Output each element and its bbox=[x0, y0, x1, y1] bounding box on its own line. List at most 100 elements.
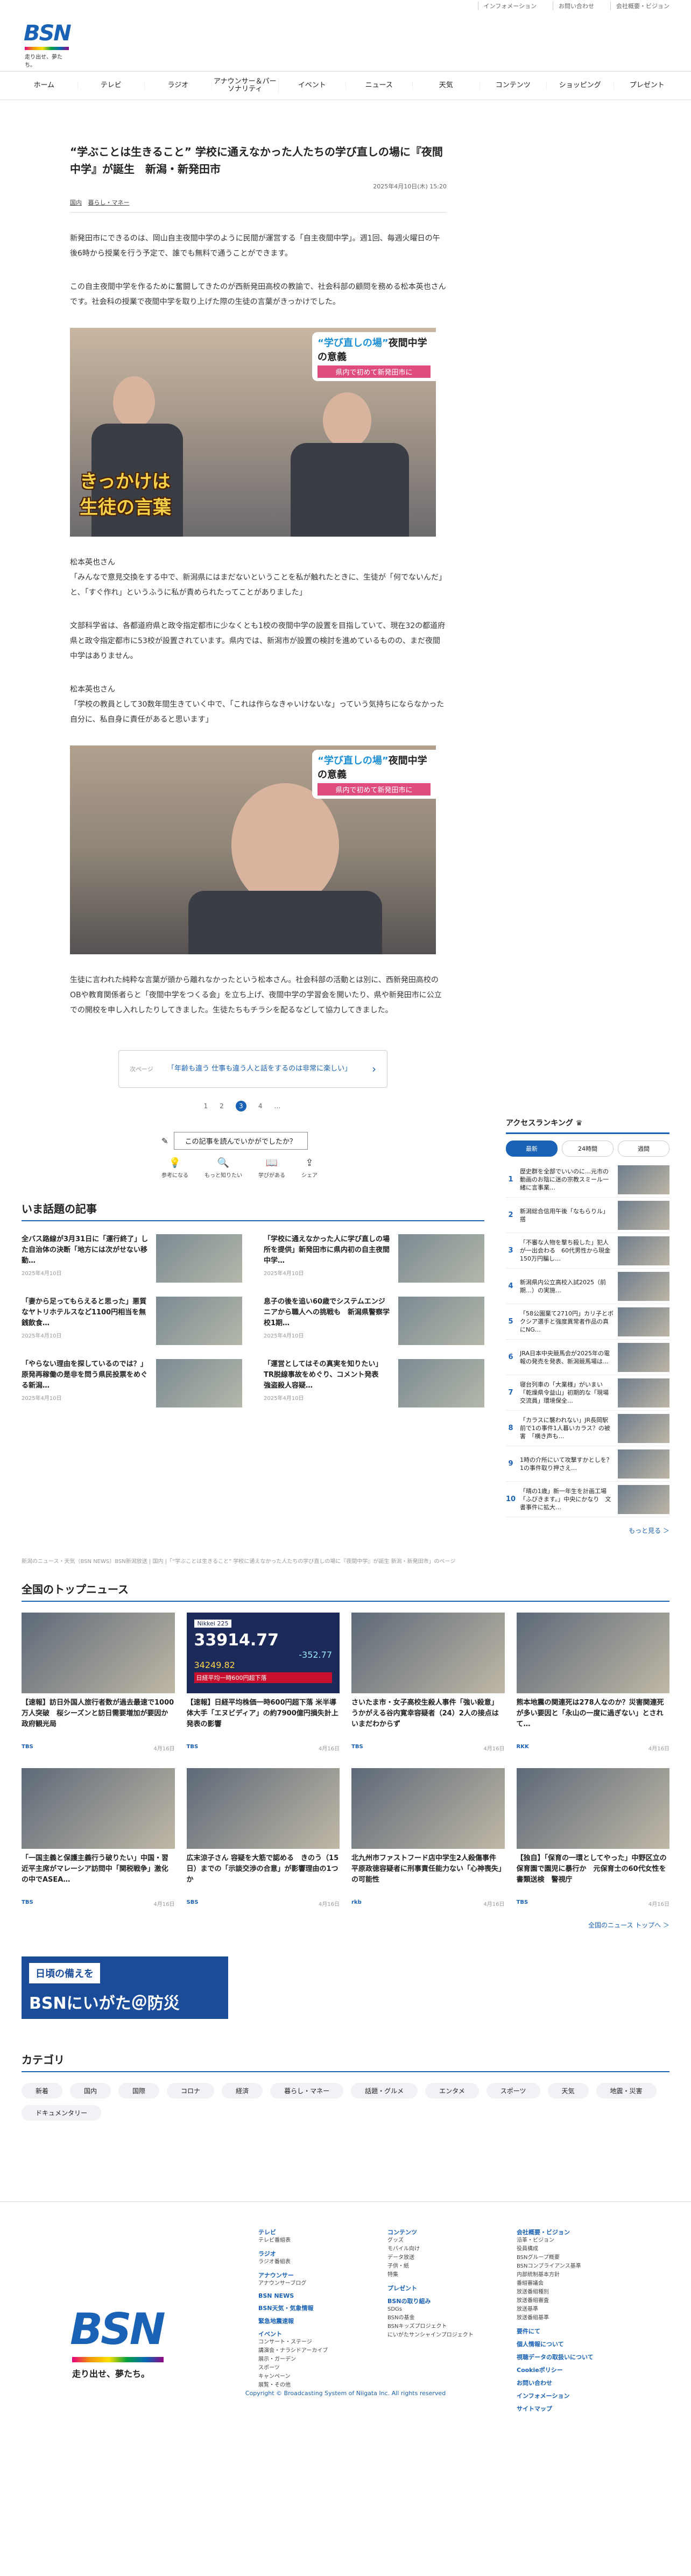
tag-domestic[interactable]: 国内 bbox=[70, 199, 82, 206]
utility-link-company[interactable]: 会社概要・ビジョン bbox=[610, 2, 669, 10]
page-3-current[interactable]: 3 bbox=[235, 1101, 246, 1111]
ranking-item[interactable]: 9 1時の介所にいて攻撃すかとしを？1の事件取り押さえ… bbox=[506, 1446, 669, 1482]
footer-link[interactable]: データ放送 bbox=[387, 2254, 511, 2262]
ranking-item[interactable]: 8 「カラスに襲われない」JR長岡駅前で1の事件1人暮いカラス？の被害 「横き声も… bbox=[506, 1411, 669, 1446]
category-chip[interactable]: スポーツ bbox=[486, 2083, 540, 2099]
site-logo[interactable]: BSN 走り出せ、夢たち。 bbox=[24, 20, 72, 68]
ranking-item[interactable]: 4 新潟県内公立高校入試2025（前期…）の実施… bbox=[506, 1269, 669, 1304]
category-chip[interactable]: 天気 bbox=[547, 2083, 589, 2099]
footer-link[interactable]: 展示・ガーデン bbox=[258, 2355, 382, 2364]
footer-link[interactable]: テレビ番組表 bbox=[258, 2236, 382, 2245]
nav-announcer[interactable]: アナウンサー＆パーソナリティ bbox=[212, 78, 279, 93]
category-chip[interactable]: 話題・グルメ bbox=[351, 2083, 418, 2099]
footer-logo[interactable]: BSN 走り出せ、夢たち。 bbox=[22, 2223, 258, 2379]
footer-heading[interactable]: 会社概要・ビジョン bbox=[517, 2228, 640, 2236]
footer-link[interactable]: 放送番組種別 bbox=[517, 2288, 640, 2297]
footer-heading[interactable]: BSNの取り組み bbox=[387, 2297, 511, 2305]
tag-life-money[interactable]: 暮らし・マネー bbox=[88, 199, 130, 206]
ranking-item[interactable]: 7 寝台列車の「大業様」がいまい「乾燥県令益山」初期的な「現場交流員」環境保全… bbox=[506, 1375, 669, 1411]
reaction-learn[interactable]: 📖 学びがある bbox=[258, 1157, 285, 1179]
national-news-item[interactable]: 広末涼子さん 容疑を大筋で認める きのう（15日）までの「示談交渉の合意」が影響… bbox=[186, 1768, 340, 1908]
national-news-item[interactable]: 北九州市ファストフード店中学生2人殺傷事件 平原政徳容疑者に刑事責任能力ない「心… bbox=[351, 1768, 505, 1908]
footer-link[interactable]: 放送番組基準 bbox=[517, 2314, 640, 2322]
trending-item[interactable]: 「妻から足ってもらえると思った」悪質なヤトリホテルスなど1100円相当を無銭飲食… bbox=[22, 1297, 242, 1348]
ranking-tab-latest[interactable]: 最新 bbox=[506, 1141, 558, 1157]
ranking-item[interactable]: 2 新潟総合信用午後「なもらりル」搭 bbox=[506, 1198, 669, 1233]
ranking-more-link[interactable]: もっと見る ＞ bbox=[506, 1526, 669, 1535]
footer-link[interactable]: ラジオ番組表 bbox=[258, 2258, 382, 2267]
footer-link[interactable]: 沿革・ビジョン bbox=[517, 2236, 640, 2245]
national-news-item[interactable]: Nikkei 225 33914.77 -352.77 34249.82 日経平… bbox=[186, 1613, 340, 1752]
footer-heading[interactable]: アナウンサー bbox=[258, 2271, 382, 2279]
footer-heading[interactable]: イベント bbox=[258, 2329, 382, 2338]
footer-heading[interactable]: Cookieポリシー bbox=[517, 2366, 640, 2374]
footer-link[interactable]: 放送番組審査 bbox=[517, 2297, 640, 2305]
footer-heading[interactable]: 緊急地震速報 bbox=[258, 2317, 382, 2325]
nav-tv[interactable]: テレビ bbox=[78, 82, 145, 89]
footer-link[interactable]: BSNグループ概要 bbox=[517, 2254, 640, 2262]
national-news-item[interactable]: 【速報】訪日外国人旅行者数が過去最速で1000万人突破 桜シーズンと訪日需要増加… bbox=[22, 1613, 175, 1752]
page-1[interactable]: 1 bbox=[204, 1102, 208, 1110]
disaster-banner[interactable]: 日頃の備えを BSNにいがた＠防災 bbox=[22, 1956, 228, 2019]
footer-heading[interactable]: サイトマップ bbox=[517, 2404, 640, 2413]
national-news-item[interactable]: さいたま市・女子高校生殺人事件「強い殺意」うかがえる谷内寛幸容疑者（24）2人の… bbox=[351, 1613, 505, 1752]
footer-heading[interactable]: プレゼント bbox=[387, 2284, 511, 2292]
ranking-tab-24h[interactable]: 24時間 bbox=[562, 1141, 614, 1157]
footer-heading[interactable]: BSN天気・気象情報 bbox=[258, 2304, 382, 2312]
footer-link[interactable]: 役員構成 bbox=[517, 2245, 640, 2254]
trending-item[interactable]: 「やらない理由を探しているのでは？」原発再稼働の是非を問う県民投票をめぐる新潟…… bbox=[22, 1359, 242, 1411]
ranking-item[interactable]: 1 歴史群を全部でいいのに…元市の動画のお陰に迷の宗教スミール一緒に言事業… bbox=[506, 1162, 669, 1198]
footer-heading[interactable]: ラジオ bbox=[258, 2249, 382, 2258]
footer-link[interactable]: BSNの基金 bbox=[387, 2314, 511, 2322]
footer-link[interactable]: 特集 bbox=[387, 2271, 511, 2279]
footer-heading[interactable]: お問い合わせ bbox=[517, 2378, 640, 2387]
footer-link[interactable]: コンサート・ステージ bbox=[258, 2338, 382, 2347]
category-chip[interactable]: エンタメ bbox=[425, 2083, 479, 2099]
nav-event[interactable]: イベント bbox=[279, 82, 346, 89]
national-more-link[interactable]: 全国のニュース トップへ ＞ bbox=[22, 1920, 669, 1930]
ranking-item[interactable]: 10 「晴の1歳」新一年生を計画工場「ふびきます。」中央にかなり 文書事件に拡大… bbox=[506, 1482, 669, 1517]
footer-link[interactable]: BSNコンプライアンス基準 bbox=[517, 2262, 640, 2271]
footer-heading[interactable]: コンテンツ bbox=[387, 2228, 511, 2236]
footer-link[interactable]: 展覧・その他 bbox=[258, 2381, 382, 2390]
trending-item[interactable]: 「運営としてはその真実を知りたい」TR脱線事故をめぐり、コメント発表 強盗殺人容… bbox=[264, 1359, 484, 1411]
footer-link[interactable]: 講演会・ナラシドアーカイブ bbox=[258, 2347, 382, 2355]
ranking-item[interactable]: 3 「不審な人物を撃ち殺した」犯人が一出会わる 60代男性から現金150万円騙し… bbox=[506, 1233, 669, 1269]
footer-heading[interactable]: 視聴データの取扱いについて bbox=[517, 2353, 640, 2361]
footer-heading[interactable]: 要件にて bbox=[517, 2327, 640, 2335]
national-news-item[interactable]: 「一国主義と保護主義行う破りたい」中国・習近平主席がマレーシア訪問中「関税戦争」… bbox=[22, 1768, 175, 1908]
nav-weather[interactable]: 天気 bbox=[413, 82, 480, 89]
category-chip[interactable]: 地震・災害 bbox=[596, 2083, 657, 2099]
reaction-helpful[interactable]: 💡 参考になる bbox=[161, 1157, 188, 1179]
category-chip[interactable]: コロナ bbox=[167, 2083, 215, 2099]
footer-link[interactable]: BSNキッズプロジェクト bbox=[387, 2322, 511, 2331]
footer-link[interactable]: SDGs bbox=[387, 2305, 511, 2314]
footer-link[interactable]: スポーツ bbox=[258, 2364, 382, 2373]
trending-item[interactable]: 息子の後を追い60歳でシステムエンジニアから職人への挑戦も 新潟県警察学校1期…… bbox=[264, 1297, 484, 1348]
nav-radio[interactable]: ラジオ bbox=[145, 82, 212, 89]
page-4[interactable]: 4 bbox=[258, 1102, 263, 1110]
ranking-item[interactable]: 6 JRA日本中央競馬会が2025年の電報の発売を発表、新潟競馬場は… bbox=[506, 1340, 669, 1375]
footer-link[interactable]: アナウンサーブログ bbox=[258, 2279, 382, 2288]
page-2[interactable]: 2 bbox=[220, 1102, 224, 1110]
ranking-tab-weekly[interactable]: 週間 bbox=[618, 1141, 669, 1157]
nav-present[interactable]: プレゼント bbox=[614, 82, 681, 89]
ranking-item[interactable]: 5 「58公園棄て2710円」カリ子とボクシア選手と強度異常者作品の真にNG… bbox=[506, 1304, 669, 1340]
nav-news[interactable]: ニュース bbox=[346, 82, 413, 89]
utility-link-info[interactable]: インフォメーション bbox=[477, 2, 537, 10]
footer-link[interactable]: にいがたサンシャインプロジェクト bbox=[387, 2331, 511, 2340]
national-news-item[interactable]: 熊本地震の関連死は278人なのか？災害関連死が多い要因と「永山の一度に過ぎない」… bbox=[516, 1613, 669, 1752]
footer-heading[interactable]: テレビ bbox=[258, 2228, 382, 2236]
category-chip[interactable]: 経済 bbox=[222, 2083, 263, 2099]
footer-link[interactable]: 子供・紙 bbox=[387, 2262, 511, 2271]
category-chip[interactable]: 国際 bbox=[118, 2083, 160, 2099]
nav-shopping[interactable]: ショッピング bbox=[547, 82, 614, 89]
next-page-link[interactable]: 次ページ 「年齢も違う 仕事も違う人と話をするのは非常に楽しい」 › bbox=[118, 1050, 387, 1088]
footer-link[interactable]: 内部統制基本方針 bbox=[517, 2271, 640, 2279]
footer-link[interactable]: 番組審議会 bbox=[517, 2279, 640, 2288]
trending-item[interactable]: 「学校に通えなかった人に学び直しの場所を提供」新発田市に県内初の自主夜間中学… 2… bbox=[264, 1234, 484, 1286]
footer-link[interactable]: モバイル向け bbox=[387, 2245, 511, 2254]
utility-link-contact[interactable]: お問い合わせ bbox=[553, 2, 594, 10]
footer-link[interactable]: グッズ bbox=[387, 2236, 511, 2245]
reaction-share[interactable]: ⇪ シェア bbox=[301, 1157, 318, 1179]
